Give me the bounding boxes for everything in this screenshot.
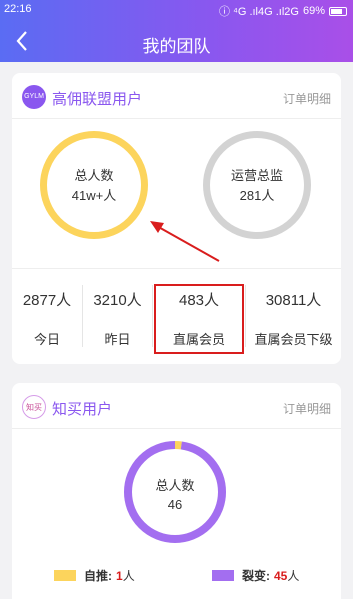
- card-title: 知买用户: [52, 401, 113, 418]
- stat-label: 直属会员下级: [254, 332, 333, 347]
- donut-value: 46: [167, 497, 183, 512]
- legend-label: 自推:: [84, 569, 112, 583]
- status-icons: ⓘ ⁴G .ıl4G .ıl2G 69%: [219, 3, 347, 19]
- legend-item-self: 自推: 1 人: [54, 567, 135, 584]
- legend-count: 1: [116, 568, 123, 583]
- stat-value: 2877人: [22, 292, 72, 309]
- stat-yesterday[interactable]: 3210人 昨日: [83, 269, 152, 364]
- status-time: 22:16: [4, 3, 32, 15]
- gylm-users-card: GYLM 高佣联盟用户 订单明细 总人数 41w+人 运营总监 281人 287…: [12, 73, 341, 364]
- order-details-link[interactable]: 订单明细: [283, 400, 331, 417]
- page-title: 我的团队: [142, 37, 211, 56]
- legend-swatch: [54, 570, 76, 581]
- app-header: 22:16 ⓘ ⁴G .ıl4G .ıl2G 69% 我的团队: [0, 0, 353, 62]
- battery-icon: [329, 6, 347, 16]
- stat-value: 3210人: [93, 292, 142, 309]
- stat-member-subordinates[interactable]: 30811人 直属会员下级: [246, 269, 341, 364]
- legend-item-fission: 裂变: 45 人: [212, 567, 299, 584]
- battery-level: 69%: [302, 5, 325, 17]
- legend-count: 45: [274, 568, 288, 583]
- stat-today[interactable]: 2877人 今日: [12, 269, 82, 364]
- legend-label: 裂变:: [242, 569, 270, 583]
- zhimai-users-card: 知买 知买用户 订单明细 总人数 46 自推: 1 人 裂变: 45 人: [12, 383, 341, 599]
- card-header: 知买 知买用户 订单明细: [12, 383, 341, 429]
- highlight-box: [154, 284, 244, 354]
- stat-label: 今日: [33, 332, 60, 347]
- legend-unit: 人: [287, 569, 300, 583]
- nav-bar: 我的团队: [0, 22, 353, 62]
- stat-label: 昨日: [104, 332, 131, 347]
- zhimai-logo-icon: 知买: [22, 395, 46, 419]
- legend-unit: 人: [122, 569, 135, 583]
- network-indicator: ⓘ ⁴G .ıl4G .ıl2G: [219, 6, 299, 18]
- stat-value: 30811人: [265, 292, 322, 309]
- donut-label: 总人数: [155, 478, 195, 493]
- annotation-arrow-icon: [150, 221, 220, 262]
- legend-swatch: [212, 570, 234, 581]
- status-bar: 22:16 ⓘ ⁴G .ıl4G .ıl2G 69%: [0, 0, 353, 20]
